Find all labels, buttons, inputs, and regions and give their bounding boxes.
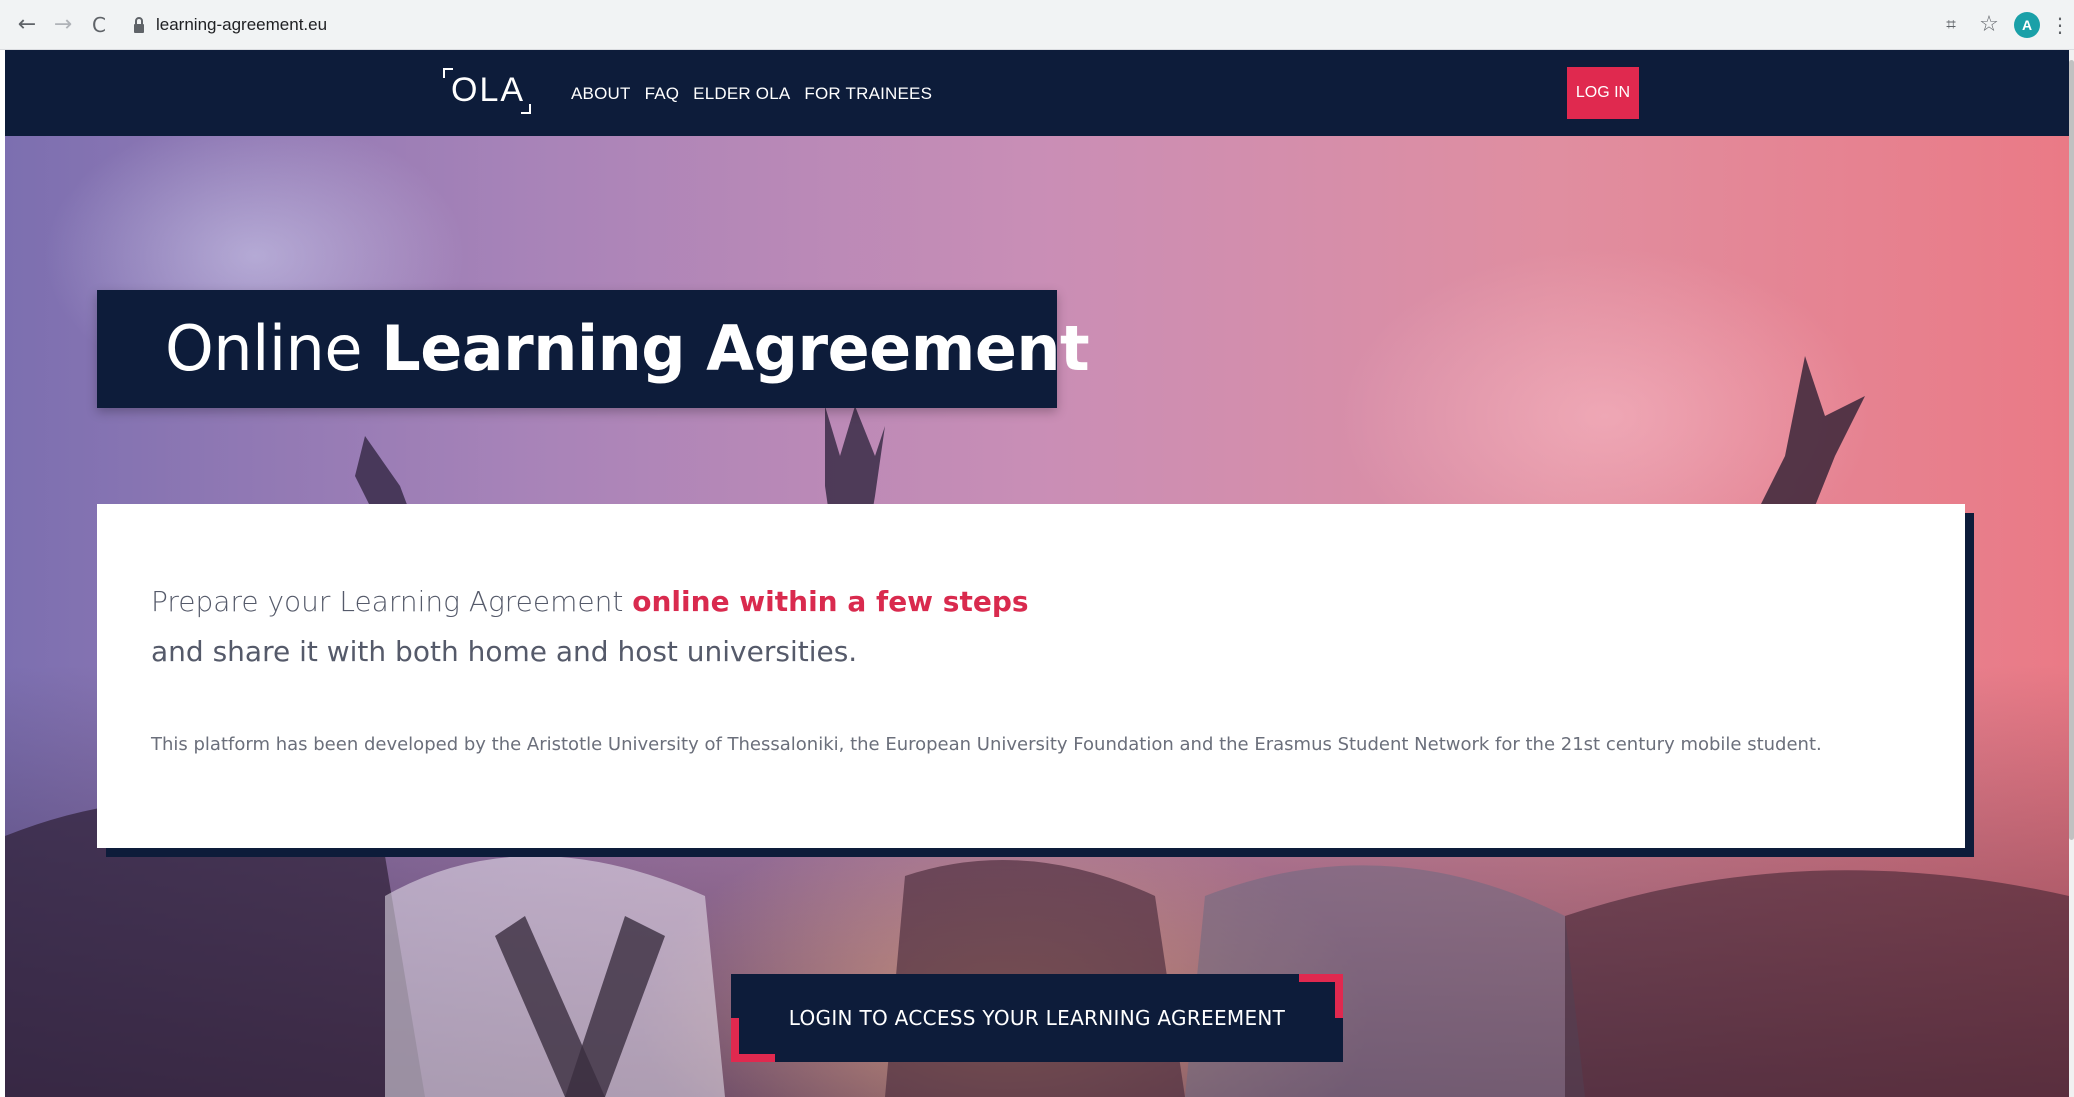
lead-highlight: online within a few steps <box>632 585 1029 618</box>
lead-prefix: Prepare your Learning Agreement <box>151 585 624 618</box>
logo-text: OLA <box>451 71 526 109</box>
address-bar-url[interactable]: learning-agreement.eu <box>156 14 327 36</box>
avatar[interactable]: A <box>2014 12 2040 38</box>
star-icon[interactable]: ☆ <box>1976 12 2002 38</box>
site-header: OLA ABOUT FAQ ELDER OLA FOR TRAINEES LOG… <box>5 50 2069 136</box>
hero-title-box: Online Learning Agreement <box>97 290 1090 408</box>
nav-about[interactable]: ABOUT <box>571 80 631 108</box>
lead-text: Prepare your Learning Agreement online w… <box>151 582 1029 622</box>
access-learning-agreement-button[interactable]: LOGIN TO ACCESS YOUR LEARNING AGREEMENT <box>731 974 1343 1062</box>
cta-corner-top-right <box>1299 974 1343 1018</box>
login-button[interactable]: LOG IN <box>1567 67 1639 119</box>
browser-toolbar: ← → C learning-agreement.eu ⌗ ☆ A ⋮ <box>0 0 2074 50</box>
nav-for-trainees[interactable]: FOR TRAINEES <box>804 80 932 108</box>
page-scrollbar[interactable] <box>2069 50 2074 1097</box>
scrollbar-thumb[interactable] <box>2069 60 2074 840</box>
forward-arrow-icon[interactable]: → <box>50 12 76 38</box>
back-arrow-icon[interactable]: ← <box>14 12 40 38</box>
hero-title-light: Online <box>165 312 363 385</box>
kebab-menu-icon[interactable]: ⋮ <box>2050 12 2070 38</box>
nav-elder-ola[interactable]: ELDER OLA <box>693 80 790 108</box>
main-nav: ABOUT FAQ ELDER OLA FOR TRAINEES <box>571 80 932 108</box>
reload-icon[interactable]: C <box>86 12 112 38</box>
ola-logo[interactable]: OLA <box>443 66 533 118</box>
platform-description: This platform has been developed by the … <box>151 734 1822 755</box>
hero-title-bold: Learning Agreement <box>381 312 1090 385</box>
lock-icon <box>134 17 144 33</box>
lead-line-2: and share it with both home and host uni… <box>151 635 858 668</box>
nav-faq[interactable]: FAQ <box>645 80 680 108</box>
hero-title: Online Learning Agreement <box>165 312 1090 386</box>
intro-card: Prepare your Learning Agreement online w… <box>97 504 1965 848</box>
cta-corner-bottom-left <box>731 1018 775 1062</box>
translate-icon[interactable]: ⌗ <box>1938 12 1964 38</box>
cta-label: LOGIN TO ACCESS YOUR LEARNING AGREEMENT <box>788 1006 1286 1030</box>
hero-section: Online Learning Agreement Prepare your L… <box>5 136 2069 1097</box>
logo-corner-bottom-right <box>521 104 531 114</box>
